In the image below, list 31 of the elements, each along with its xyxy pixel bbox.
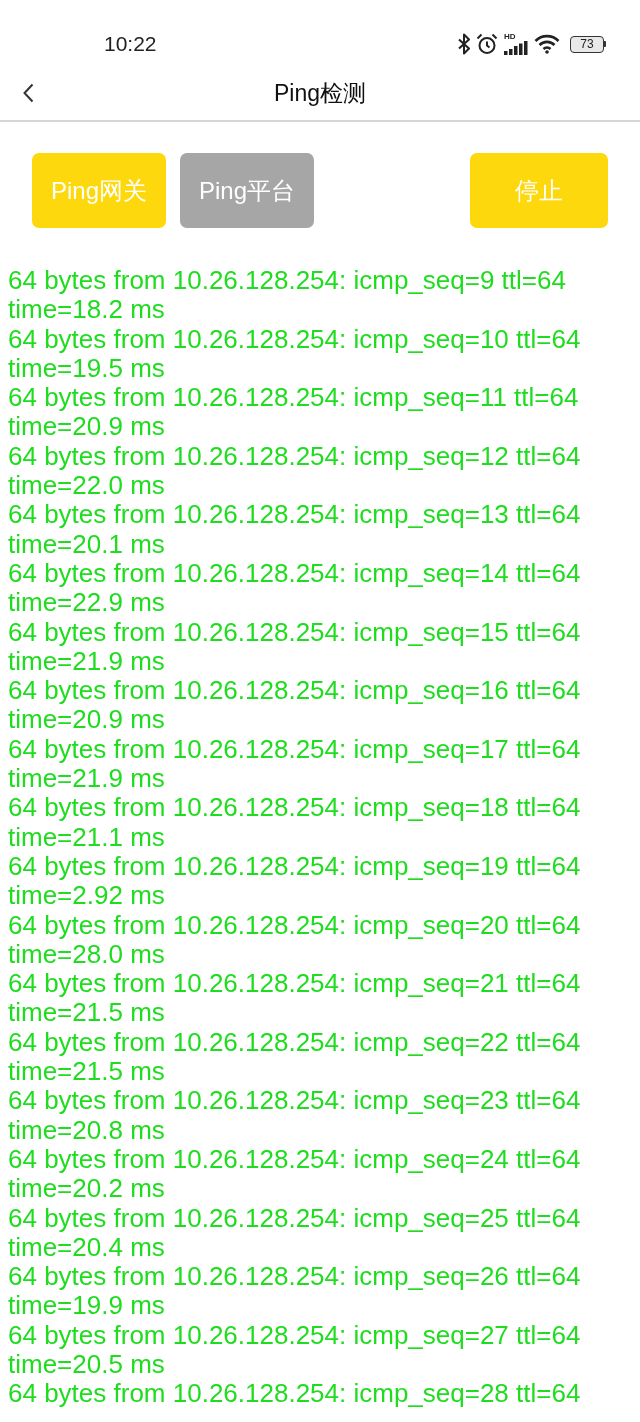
signal-bars-icon <box>504 41 528 55</box>
stop-button[interactable]: 停止 <box>470 153 608 228</box>
battery-level-text: 73 <box>580 38 594 50</box>
bluetooth-icon <box>458 33 470 55</box>
ping-reply-line: 64 bytes from 10.26.128.254: icmp_seq=18 ttl=64 time=21.1 ms <box>8 793 582 852</box>
network-type-label: HD <box>504 33 516 41</box>
ping-reply-line: 64 bytes from 10.26.128.254: icmp_seq=12 ttl=64 time=22.0 ms <box>8 441 582 501</box>
wifi-icon <box>534 34 560 54</box>
clock-time: 10:22 <box>104 31 157 58</box>
ping-reply-line: 64 bytes from 10.26.128.254: icmp_seq=28 ttl=64 <box>8 1379 582 1409</box>
ping-reply-line: 64 bytes from 10.26.128.254: icmp_seq=13 ttl=64 time=20.1 ms <box>8 500 582 559</box>
ping-reply-line: 64 bytes from 10.26.128.254: icmp_seq=11 ttl=64 time=20.9 ms <box>8 383 580 442</box>
page-title: Ping检测 <box>274 78 366 108</box>
ping-reply-line: 64 bytes from 10.26.128.254: icmp_seq=27 ttl=64 time=20.5 ms <box>8 1320 582 1380</box>
ping-reply-line: 64 bytes from 10.26.128.254: icmp_seq=22 ttl=64 time=21.5 ms <box>8 1027 582 1087</box>
ping-reply-line: 64 bytes from 10.26.128.254: icmp_seq=21 ttl=64 time=21.5 ms <box>8 969 582 1028</box>
ping-reply-line: 64 bytes from 10.26.128.254: icmp_seq=16 ttl=64 time=20.9 ms <box>8 676 582 735</box>
ping-reply-line: 64 bytes from 10.26.128.254: icmp_seq=9 ttl=64 time=18.2 ms <box>8 266 567 325</box>
alarm-clock-icon <box>476 33 498 55</box>
ping-reply-line: 64 bytes from 10.26.128.254: icmp_seq=17 ttl=64 time=21.9 ms <box>8 734 582 794</box>
ping-mode-button[interactable]: Ping网关 <box>32 153 166 228</box>
ping-reply-line: 64 bytes from 10.26.128.254: icmp_seq=24 ttl=64 time=20.2 ms <box>8 1144 582 1204</box>
back-chevron-icon <box>22 83 34 103</box>
ping-reply-line: 64 bytes from 10.26.128.254: icmp_seq=26 ttl=64 time=19.9 ms <box>8 1262 582 1321</box>
ping-reply-line: 64 bytes from 10.26.128.254: icmp_seq=25 ttl=64 time=20.4 ms <box>8 1203 582 1263</box>
ping-reply-line: 64 bytes from 10.26.128.254: icmp_seq=15 ttl=64 time=21.9 ms <box>8 617 582 677</box>
ping-reply-line: 64 bytes from 10.26.128.254: icmp_seq=10 ttl=64 time=19.5 ms <box>8 324 582 384</box>
ping-reply-line: 64 bytes from 10.26.128.254: icmp_seq=23 ttl=64 time=20.8 ms <box>8 1086 582 1145</box>
ping-reply-line: 64 bytes from 10.26.128.254: icmp_seq=19 ttl=64 time=2.92 ms <box>8 851 582 911</box>
ping-reply-line: 64 bytes from 10.26.128.254: icmp_seq=14 ttl=64 time=22.9 ms <box>8 558 582 618</box>
ping-reply-line: 64 bytes from 10.26.128.254: icmp_seq=20 ttl=64 time=28.0 ms <box>8 910 582 970</box>
